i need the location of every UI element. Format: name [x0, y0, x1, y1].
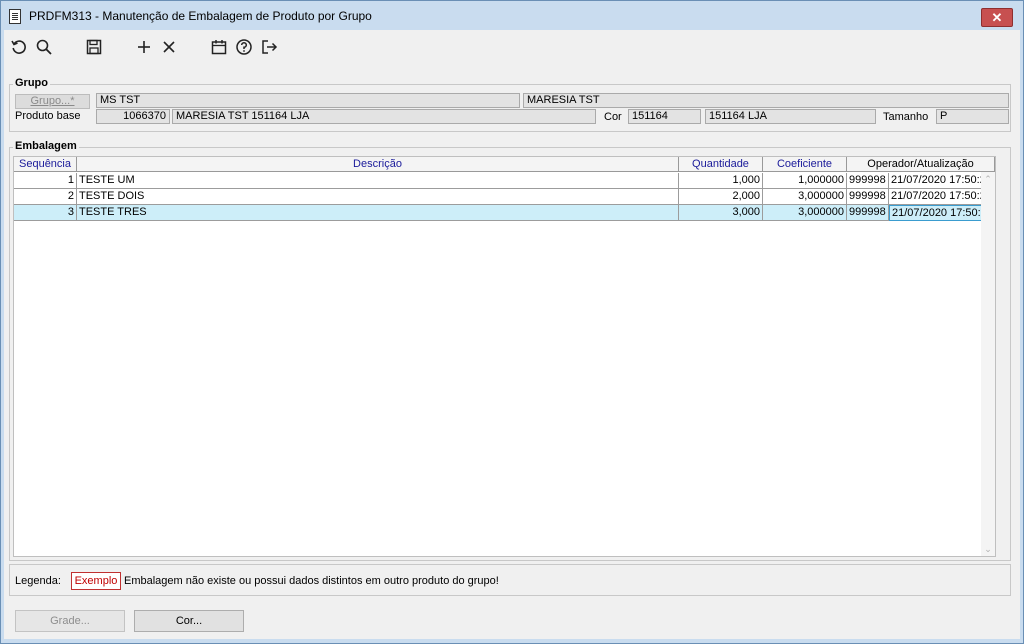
exemplo-swatch: Exemplo	[71, 572, 121, 590]
title-bar[interactable]: PRDFM313 - Manutenção de Embalagem de Pr…	[1, 1, 1023, 30]
grid-header: Sequência Descrição Quantidade Coeficien…	[14, 157, 995, 172]
refresh-icon[interactable]	[9, 37, 29, 57]
grupo-button[interactable]: Grupo...*	[15, 94, 90, 109]
cell-atualizacao[interactable]: 21/07/2020 17:50:21	[889, 189, 995, 205]
cell-operador[interactable]: 999998	[847, 205, 889, 221]
vertical-scrollbar[interactable]: ⌃ ⌄	[981, 172, 995, 556]
legenda-section: Legenda: Exemplo Embalagem não existe ou…	[9, 564, 1011, 596]
legenda-label: Legenda:	[15, 575, 61, 587]
save-icon[interactable]	[84, 37, 104, 57]
embalagem-grid[interactable]: Sequência Descrição Quantidade Coeficien…	[13, 156, 996, 557]
cell-sequencia[interactable]: 1	[14, 173, 77, 189]
add-icon[interactable]	[134, 37, 154, 57]
calendar-icon[interactable]	[209, 37, 229, 57]
scroll-down-icon[interactable]: ⌄	[983, 544, 993, 554]
grade-button[interactable]: Grade...	[15, 610, 125, 632]
col-descricao[interactable]: Descrição	[77, 157, 679, 172]
tamanho-label: Tamanho	[883, 111, 929, 123]
tamanho-field[interactable]: P	[936, 109, 1009, 124]
cell-quantidade[interactable]: 1,000	[679, 173, 763, 189]
cor-code-field[interactable]: 151164	[628, 109, 701, 124]
col-quantidade[interactable]: Quantidade	[679, 157, 763, 172]
produto-base-code-field[interactable]: 1066370	[96, 109, 170, 124]
main-window: PRDFM313 - Manutenção de Embalagem de Pr…	[0, 0, 1024, 644]
cell-sequencia[interactable]: 3	[14, 205, 77, 221]
exit-icon[interactable]	[259, 37, 279, 57]
cell-coeficiente[interactable]: 1,000000	[763, 173, 847, 189]
cell-descricao[interactable]: TESTE UM	[77, 173, 679, 189]
cor-button[interactable]: Cor...	[134, 610, 244, 632]
cell-sequencia[interactable]: 2	[14, 189, 77, 205]
table-row[interactable]: 2 TESTE DOIS 2,000 3,000000 999998 21/07…	[14, 189, 995, 205]
cell-coeficiente[interactable]: 3,000000	[763, 205, 847, 221]
cell-quantidade[interactable]: 2,000	[679, 189, 763, 205]
embalagem-legend: Embalagem	[13, 140, 79, 152]
cell-quantidade[interactable]: 3,000	[679, 205, 763, 221]
table-row[interactable]: 1 TESTE UM 1,000 1,000000 999998 21/07/2…	[14, 173, 995, 189]
cor-desc-field[interactable]: 151164 LJA	[705, 109, 876, 124]
produto-base-desc-field[interactable]: MARESIA TST 151164 LJA	[172, 109, 596, 124]
window-title: PRDFM313 - Manutenção de Embalagem de Pr…	[29, 9, 372, 23]
cell-atualizacao-focused[interactable]: 21/07/2020 17:50:21	[889, 205, 995, 221]
cell-coeficiente[interactable]: 3,000000	[763, 189, 847, 205]
grupo-legend: Grupo	[13, 77, 50, 89]
search-icon[interactable]	[34, 37, 54, 57]
table-row-selected[interactable]: 3 TESTE TRES 3,000 3,000000 999998 21/07…	[14, 205, 995, 221]
produto-base-label: Produto base	[15, 110, 81, 122]
document-icon	[9, 9, 21, 24]
close-button[interactable]: ✕	[981, 8, 1013, 27]
client-area: Grupo Grupo...* MS TST MARESIA TST Produ…	[4, 30, 1020, 639]
grupo-desc-field[interactable]: MARESIA TST	[523, 93, 1009, 108]
legenda-text: Embalagem não existe ou possui dados dis…	[124, 575, 499, 587]
grupo-section	[9, 84, 1011, 132]
col-coeficiente[interactable]: Coeficiente	[763, 157, 847, 172]
toolbar	[4, 30, 1020, 64]
delete-icon[interactable]	[159, 37, 179, 57]
grupo-code-field[interactable]: MS TST	[96, 93, 520, 108]
cell-operador[interactable]: 999998	[847, 189, 889, 205]
help-icon[interactable]	[234, 37, 254, 57]
cell-operador[interactable]: 999998	[847, 173, 889, 189]
col-sequencia[interactable]: Sequência	[14, 157, 77, 172]
col-operador-atualizacao[interactable]: Operador/Atualização	[847, 157, 995, 172]
scroll-up-icon[interactable]: ⌃	[983, 174, 993, 184]
cor-label: Cor	[604, 111, 622, 123]
cell-descricao[interactable]: TESTE TRES	[77, 205, 679, 221]
cell-descricao[interactable]: TESTE DOIS	[77, 189, 679, 205]
cell-atualizacao[interactable]: 21/07/2020 17:50:21	[889, 173, 995, 189]
